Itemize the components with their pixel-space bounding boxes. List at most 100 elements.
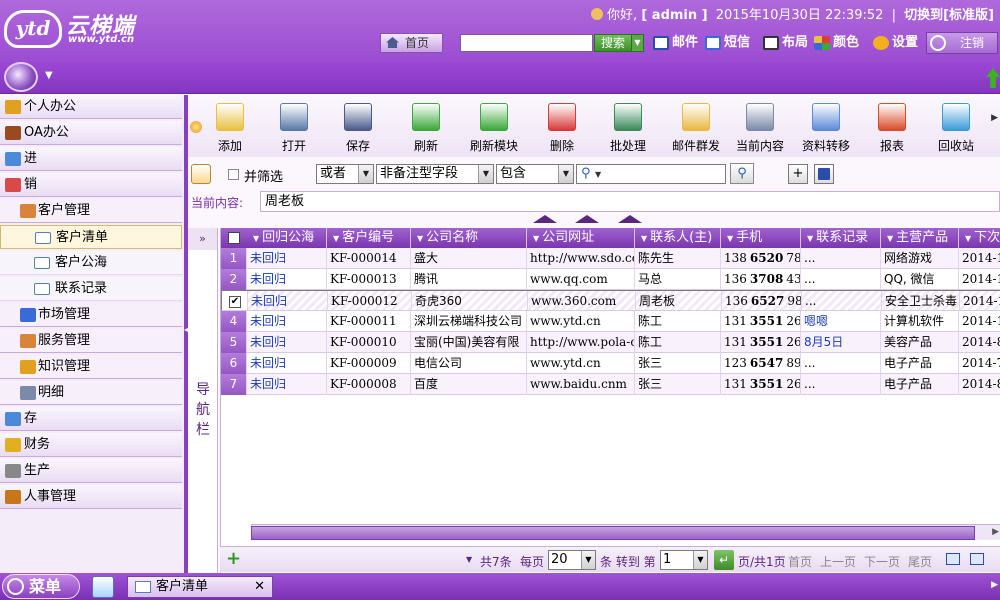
- toolbar-button-6[interactable]: 批处理: [596, 103, 660, 155]
- filter-icon[interactable]: [191, 164, 211, 184]
- column-header-2[interactable]: ▼ 公司名称: [411, 228, 527, 248]
- top-search-input[interactable]: [460, 34, 593, 52]
- column-header-1[interactable]: ▼ 客户编号: [327, 228, 411, 248]
- chevron-down-icon[interactable]: ▼: [478, 165, 493, 183]
- column-header-8[interactable]: ▼ 下次: [959, 228, 1000, 248]
- app-logo[interactable]: ytd 云梯端 www.ytd.cn: [4, 8, 144, 48]
- toolbar-button-3[interactable]: 刷新: [394, 103, 458, 155]
- quick-launch-icon[interactable]: [92, 576, 114, 598]
- current-content-field[interactable]: 周老板: [260, 191, 1000, 212]
- table-row[interactable]: 1 未回归 KF-000014 盛大 http://www.sdo.com 陈先生 1386…: [221, 248, 1000, 269]
- table-row[interactable]: 2 未回归 KF-000013 腾讯 www.qq.com 马总 1363708435...…: [221, 269, 1000, 290]
- toolbar-button-10[interactable]: 报表: [860, 103, 924, 155]
- settings-button[interactable]: 设置: [872, 34, 918, 52]
- list-view-icon[interactable]: [946, 553, 960, 565]
- sms-button[interactable]: 短信: [704, 34, 750, 52]
- row-checkbox[interactable]: ✔: [229, 296, 241, 308]
- logic-select[interactable]: 或者 ▼: [316, 164, 374, 184]
- close-icon[interactable]: ✕: [254, 577, 265, 597]
- arrow-up-icon[interactable]: [986, 68, 1000, 88]
- save-filter-button[interactable]: [814, 164, 834, 184]
- chevron-down-icon[interactable]: ▼: [595, 170, 601, 179]
- sidebar-item-2[interactable]: 进: [0, 147, 182, 171]
- cell-status[interactable]: 未回归: [247, 332, 327, 353]
- select-all-checkbox[interactable]: [228, 232, 240, 244]
- horizontal-scrollbar[interactable]: ▶: [251, 524, 1000, 540]
- toolbar-button-1[interactable]: 打开: [262, 103, 326, 155]
- cell-status[interactable]: 未回归: [247, 374, 327, 395]
- sidebar-item-13[interactable]: 财务: [0, 433, 182, 457]
- toolbar-button-5[interactable]: 删除: [530, 103, 594, 155]
- table-row[interactable]: 4 未回归 KF-000011 深圳云梯端科技公司 www.ytd.cn 陈工 131 355…: [221, 311, 1000, 332]
- chevron-down-icon[interactable]: ▼: [45, 70, 53, 81]
- filter-search-input[interactable]: ⚲ ▼: [576, 164, 726, 184]
- go-icon[interactable]: ↵: [714, 550, 734, 570]
- chevron-down-icon[interactable]: ▼: [693, 551, 707, 569]
- cell-status[interactable]: 未回归: [247, 269, 327, 290]
- cell-status[interactable]: 未回归: [247, 353, 327, 374]
- field-select[interactable]: 非备注型字段 ▼: [376, 164, 494, 184]
- add-row-icon[interactable]: +: [226, 550, 241, 568]
- switch-edition-link[interactable]: 切换到[标准版]: [904, 8, 994, 23]
- row-number[interactable]: 5: [221, 332, 247, 353]
- next-page-link[interactable]: 下一页: [864, 553, 900, 570]
- chevron-down-icon[interactable]: ▼: [558, 165, 573, 183]
- last-page-link[interactable]: 尾页: [908, 553, 932, 570]
- row-number[interactable]: 7: [221, 374, 247, 395]
- column-header-3[interactable]: ▼ 公司网址: [527, 228, 635, 248]
- row-number[interactable]: 4: [221, 311, 247, 332]
- sidebar-item-1[interactable]: OA办公: [0, 121, 182, 145]
- prev-page-link[interactable]: 上一页: [820, 553, 856, 570]
- home-button[interactable]: 首页: [380, 33, 443, 53]
- first-page-link[interactable]: 首页: [788, 553, 812, 570]
- logout-button[interactable]: 注销: [926, 32, 998, 54]
- layout-button[interactable]: 布局: [762, 34, 808, 52]
- sidebar-item-14[interactable]: 生产: [0, 459, 182, 483]
- sidebar-item-10[interactable]: 知识管理: [0, 355, 182, 379]
- sidebar-item-12[interactable]: 存: [0, 407, 182, 431]
- chevron-right-icon[interactable]: ▶: [992, 527, 999, 537]
- table-row[interactable]: 7 未回归 KF-000008 百度 www.baidu.cnm 张三 1313551262…: [221, 374, 1000, 395]
- column-header-0[interactable]: ▼ 回归公海: [247, 228, 327, 248]
- row-number[interactable]: 1: [221, 248, 247, 269]
- row-number[interactable]: 2: [221, 269, 247, 290]
- row-number[interactable]: ✔: [222, 291, 248, 310]
- chevron-down-icon[interactable]: ▼: [631, 35, 643, 51]
- and-filter-checkbox[interactable]: [228, 169, 239, 180]
- sidebar-item-7[interactable]: 联系记录: [0, 277, 182, 301]
- row-number[interactable]: 6: [221, 353, 247, 374]
- sidebar-item-4[interactable]: 客户管理: [0, 199, 182, 223]
- per-page-select[interactable]: 20 ▼: [548, 550, 596, 570]
- sidebar-item-3[interactable]: 销: [0, 173, 182, 197]
- page-select[interactable]: 1 ▼: [660, 550, 708, 570]
- arrow-up-icon[interactable]: [575, 215, 599, 223]
- menu-orb-icon[interactable]: [4, 62, 38, 92]
- task-tab[interactable]: 客户清单 ✕: [127, 576, 273, 598]
- toolbar-button-11[interactable]: 回收站: [924, 103, 988, 155]
- chevron-right-icon[interactable]: ▶: [991, 580, 998, 590]
- table-row[interactable]: ✔ 未回归 KF-000012 奇虎360 www.360.com 周老板 136 6527 9…: [221, 290, 1000, 311]
- chevron-right-icon[interactable]: ▶: [991, 113, 998, 123]
- column-header-7[interactable]: ▼ 主营产品: [881, 228, 959, 248]
- cell-status[interactable]: 未回归: [247, 311, 327, 332]
- arrow-up-icon[interactable]: [618, 215, 642, 223]
- column-header-4[interactable]: ▼ 联系人(主): [635, 228, 721, 248]
- toolbar-button-9[interactable]: 资料转移: [794, 103, 858, 155]
- toolbar-button-8[interactable]: 当前内容: [728, 103, 792, 155]
- chevron-down-icon[interactable]: ▼: [358, 165, 373, 183]
- sidebar-item-5[interactable]: 客户清单: [0, 225, 182, 249]
- scrollbar-thumb[interactable]: [251, 526, 975, 540]
- chevron-down-icon[interactable]: ▼: [581, 551, 595, 569]
- sidebar-item-11[interactable]: 明细: [0, 381, 182, 405]
- start-menu-button[interactable]: 菜单: [2, 574, 80, 599]
- column-header-5[interactable]: ▼ 手机: [721, 228, 801, 248]
- table-row[interactable]: 5 未回归 KF-000010 宝丽(中国)美容有限 http://www.pola-c…: [221, 332, 1000, 353]
- color-button[interactable]: 颜色: [813, 34, 859, 52]
- mail-button[interactable]: 邮件: [652, 34, 698, 52]
- condition-select[interactable]: 包含 ▼: [496, 164, 574, 184]
- column-header-6[interactable]: ▼ 联系记录: [801, 228, 881, 248]
- table-row[interactable]: 6 未回归 KF-000009 电信公司 www.ytd.cn 张三 1236547896.…: [221, 353, 1000, 374]
- toolbar-button-4[interactable]: 刷新模块: [462, 103, 526, 155]
- sidebar-item-0[interactable]: 个人办公: [0, 95, 182, 119]
- sidebar-item-8[interactable]: 市场管理: [0, 303, 182, 327]
